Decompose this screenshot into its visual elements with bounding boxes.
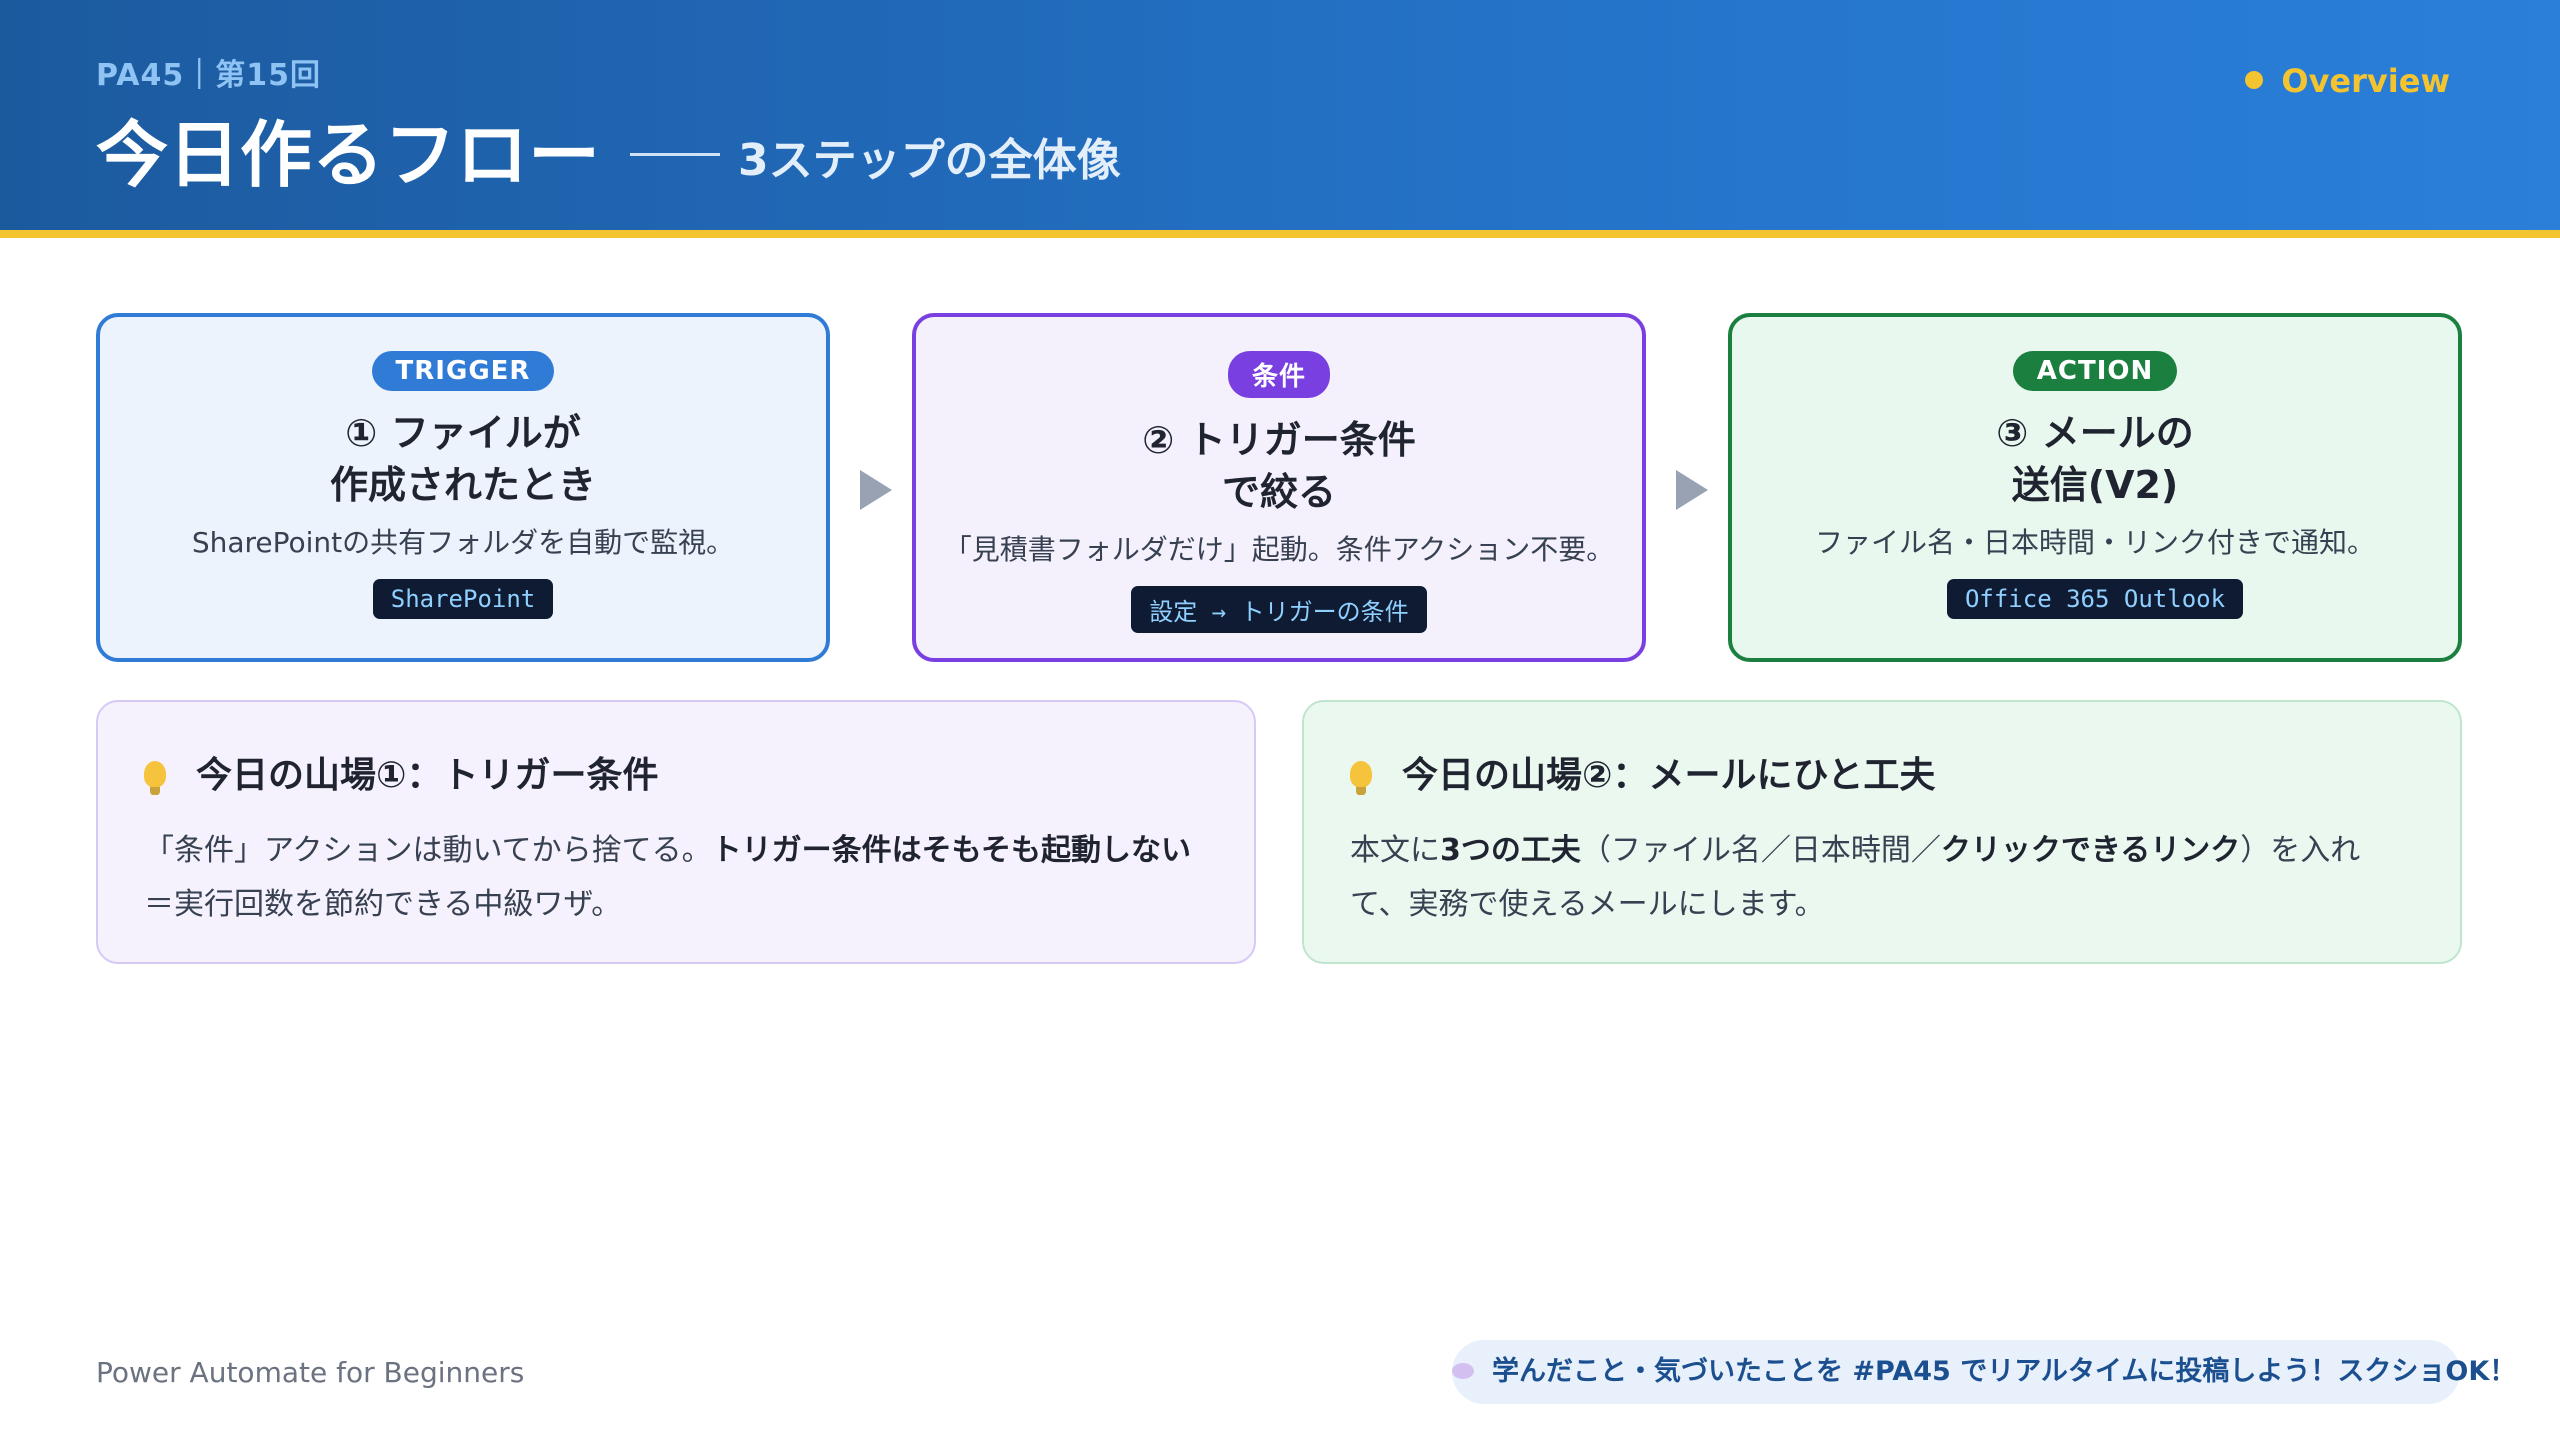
step-description: ファイル名・日本時間・リンク付きで通知。 [1814, 526, 2375, 559]
tip-card-trigger-condition: 今日の山場①：トリガー条件 「条件」アクションは動いてから捨てる。トリガー条件は… [96, 700, 1256, 964]
dot-icon [2245, 71, 2264, 89]
step-tag: 条件 [1227, 351, 1330, 398]
tip-title-text: 今日の山場②：メールにひと工夫 [1402, 755, 1936, 796]
tip-body-emphasis: クリックできるリンク [1940, 833, 2241, 868]
tip-card-mail: 今日の山場②：メールにひと工夫 本文に3つの工夫（ファイル名／日本時間／クリック… [1302, 700, 2462, 964]
step-card-trigger: TRIGGER ① ファイルが 作成されたとき SharePointの共有フォル… [96, 313, 830, 662]
footer-cta-banner: 学んだこと・気づいたことを #PA45 でリアルタイムに投稿しよう！スクショOK… [1452, 1340, 2516, 1404]
overview-badge: Overview [2245, 62, 2450, 100]
tip-body-emphasis: トリガー条件はそもそも起動しない [711, 833, 1192, 868]
step-card-action: ACTION ③ メールの 送信(V2) ファイル名・日本時間・リンク付きで通知… [1728, 313, 2462, 662]
step-title-line2: 送信(V2) [2011, 463, 2179, 507]
session-label: PA45｜第15回 [96, 58, 321, 93]
step-description: 「見積書フォルダだけ」起動。条件アクション不要。 [943, 533, 1615, 566]
page-title: 今日作るフロー 3ステップの全体像 [96, 96, 1121, 201]
tip-body-emphasis: 3つの工夫 [1440, 833, 1581, 868]
tip-title: 今日の山場②：メールにひと工夫 [1350, 746, 2414, 798]
step-title-line2: で絞る [1221, 470, 1336, 514]
step-tag: TRIGGER [371, 351, 555, 391]
step-title: ③ メールの 送信(V2) [1732, 407, 2458, 511]
step-title-line1: ① ファイルが [345, 411, 581, 455]
title-text: 今日作るフロー [96, 113, 601, 197]
connector-chip: SharePoint [372, 579, 554, 619]
step-title-line1: ③ メールの [1996, 411, 2194, 455]
lightbulb-icon [144, 761, 166, 787]
tip-title-text: 今日の山場①：トリガー条件 [196, 755, 659, 796]
tip-body-text: ＝実行回数を節約できる中級ワザ。 [144, 887, 622, 922]
tip-body-text: 「条件」アクションは動いてから捨てる。 [144, 833, 712, 868]
step-tag: ACTION [2012, 351, 2178, 391]
header-divider [0, 230, 2560, 238]
step-title-line2: 作成されたとき [329, 463, 596, 507]
slide-header: PA45｜第15回 今日作るフロー 3ステップの全体像 Overview [0, 0, 2560, 230]
step-title-line1: ② トリガー条件 [1142, 418, 1416, 462]
step-description: SharePointの共有フォルダを自動で監視。 [191, 526, 735, 559]
tip-title: 今日の山場①：トリガー条件 [144, 746, 1208, 798]
overview-label: Overview [2281, 62, 2450, 100]
tip-body-text: （ファイル名／日本時間／ [1580, 833, 1941, 868]
lightbulb-icon [1350, 761, 1372, 787]
connector-chip: Office 365 Outlook [1946, 579, 2244, 619]
step-title: ① ファイルが 作成されたとき [100, 407, 826, 511]
step-card-condition: 条件 ② トリガー条件 で絞る 「見積書フォルダだけ」起動。条件アクション不要。… [912, 313, 1646, 662]
tip-body-text: 本文に [1350, 833, 1440, 868]
arrow-right-icon [1676, 470, 1708, 510]
footer-brand: Power Automate for Beginners [96, 1356, 525, 1389]
footer-cta-text: 学んだこと・気づいたことを #PA45 でリアルタイムに投稿しよう！スクショOK… [1492, 1356, 2517, 1387]
connector-chip: 設定 → トリガーの条件 [1131, 586, 1427, 633]
arrow-right-icon [860, 470, 892, 510]
speech-bubble-icon [1452, 1362, 1474, 1379]
tip-body: 本文に3つの工夫（ファイル名／日本時間／クリックできるリンク）を入れて、実務で使… [1350, 824, 2414, 932]
tip-body: 「条件」アクションは動いてから捨てる。トリガー条件はそもそも起動しない ＝実行回数… [144, 824, 1208, 932]
title-dash [630, 152, 721, 156]
step-title: ② トリガー条件 で絞る [916, 414, 1642, 518]
page-subtitle: 3ステップの全体像 [738, 135, 1121, 187]
